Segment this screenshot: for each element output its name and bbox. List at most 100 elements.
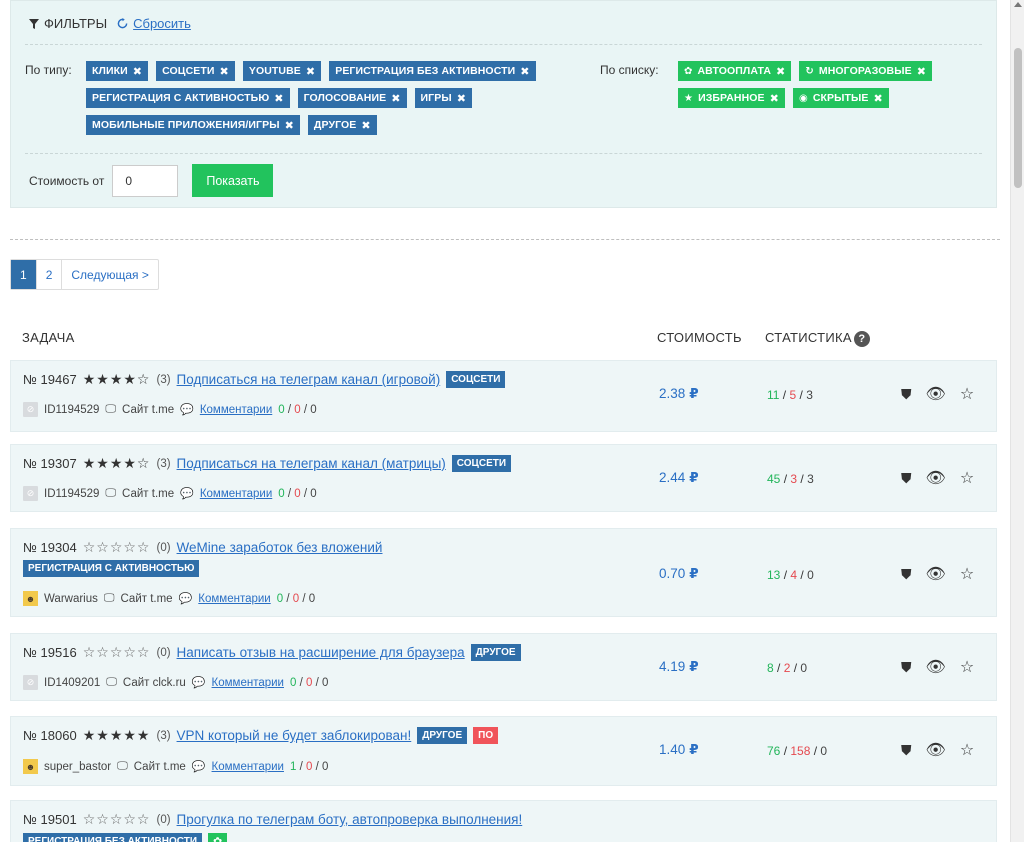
task-title-link[interactable]: Подписаться на телеграм канал (игровой): [177, 372, 441, 387]
task-actions: ⛊ 👁 ☆: [901, 384, 974, 404]
list-tag-hidden[interactable]: ◉ СКРЫТЫЕ ✖: [792, 88, 889, 108]
task-meta-line: ☻ Warwarius 🖵 Сайт t.me 💬 Комментарии 0 …: [23, 591, 315, 606]
task-stats: 8 / 2 / 0: [767, 661, 808, 675]
cost-filter-row: Стоимость от Показать: [29, 164, 274, 197]
rating-stars: ☆☆☆☆☆: [82, 539, 151, 555]
section-divider: [10, 239, 1000, 240]
cost-from-input[interactable]: [112, 164, 179, 197]
next-page-link[interactable]: Следующая >: [62, 260, 157, 289]
scroll-up-arrow[interactable]: [1014, 2, 1022, 7]
help-icon[interactable]: ?: [853, 330, 870, 347]
rating-count: (3): [156, 729, 171, 742]
remove-icon: ✖: [391, 92, 401, 105]
favorite-star-icon[interactable]: ☆: [960, 468, 974, 488]
task-title-link[interactable]: Прогулка по телеграм боту, автопроверка …: [177, 812, 523, 827]
type-tag-voting[interactable]: ГОЛОСОВАНИЕ ✖: [297, 88, 407, 108]
task-site: Сайт t.me: [122, 487, 175, 500]
task-number: № 19307: [23, 456, 77, 471]
type-tag-social[interactable]: СОЦСЕТИ ✖: [156, 61, 235, 81]
remove-icon: ✖: [916, 65, 927, 78]
task-row: № 19307 ★★★★☆ (3) Подписаться на телегра…: [10, 444, 997, 512]
type-tag-clicks[interactable]: КЛИКИ ✖: [86, 61, 149, 81]
reset-filters-link[interactable]: Сбросить: [117, 16, 191, 31]
type-tag-reg-no-activity[interactable]: РЕГИСТРАЦИЯ БЕЗ АКТИВНОСТИ ✖: [329, 61, 536, 81]
favorite-star-icon[interactable]: ☆: [960, 740, 974, 760]
task-meta-line: ⊘ ID1409201 🖵 Сайт clck.ru 💬 Комментарии…: [23, 675, 328, 690]
column-cost: СТОИМОСТЬ: [657, 330, 742, 345]
filters-panel: ФИЛЬТРЫ Сбросить По типу: КЛИКИ ✖ СОЦСЕТИ…: [10, 0, 997, 208]
task-title-line: № 19307 ★★★★☆ (3) Подписаться на телегра…: [23, 455, 512, 472]
task-title-line: № 19467 ★★★★☆ (3) Подписаться на телегра…: [23, 371, 506, 388]
list-tags: ✿ АВТООПЛАТА ✖ ↻ МНОГОРАЗОВЫЕ ✖ ★ ИЗБРАННОЕ ✖ …: [678, 61, 968, 108]
type-tag-other[interactable]: ДРУГОЕ ✖: [307, 115, 377, 135]
type-tag-mobile[interactable]: МОБИЛЬНЫЕ ПРИЛОЖЕНИЯ/ИГРЫ ✖: [86, 115, 300, 135]
comments-counts: 0 / 0 / 0: [276, 592, 316, 605]
task-row: № 19304 ☆☆☆☆☆ (0) WeMine заработок без в…: [10, 528, 997, 617]
remove-icon: ✖: [361, 119, 371, 132]
filters-title: ФИЛЬТРЫ: [29, 16, 107, 31]
shield-icon[interactable]: ⛊: [901, 470, 912, 487]
filter-icon: [29, 18, 39, 29]
pagination: 1 2 Следующая >: [10, 259, 159, 290]
shield-icon[interactable]: ⛊: [901, 386, 912, 403]
task-row: № 18060 ★★★★★ (3) VPN который не будет з…: [10, 716, 997, 786]
rating-stars: ☆☆☆☆☆: [82, 811, 151, 827]
task-price: 2.38 ₽: [659, 386, 699, 401]
type-tag-reg-with-activity[interactable]: РЕГИСТРАЦИЯ С АКТИВНОСТЬЮ ✖: [86, 88, 290, 108]
page-scrollbar[interactable]: [1010, 0, 1024, 842]
task-title-line: № 18060 ★★★★★ (3) VPN который не будет з…: [23, 727, 499, 744]
task-title-line: № 19516 ☆☆☆☆☆ (0) Написать отзыв на расш…: [23, 644, 521, 661]
list-tag-reusable[interactable]: ↻ МНОГОРАЗОВЫЕ ✖: [799, 61, 933, 81]
comments-link[interactable]: Комментарии: [212, 761, 284, 773]
task-meta-line: ⊘ ID1194529 🖵 Сайт t.me 💬 Комментарии 0 …: [23, 486, 317, 501]
monitor-icon: 🖵: [117, 760, 128, 772]
comments-link[interactable]: Комментарии: [200, 488, 272, 500]
type-tag-youtube[interactable]: YOUTUBE ✖: [242, 61, 322, 81]
eye-icon[interactable]: 👁: [926, 384, 946, 404]
rating-count: (3): [156, 457, 171, 470]
eye-icon[interactable]: 👁: [926, 657, 946, 677]
eye-icon[interactable]: 👁: [926, 564, 946, 584]
favorite-star-icon[interactable]: ☆: [960, 657, 974, 677]
refresh-icon: ↻: [805, 65, 814, 77]
rating-count: (0): [156, 541, 171, 554]
task-author: ID1194529: [44, 487, 100, 500]
task-row: № 19501 ☆☆☆☆☆ (0) Прогулка по телеграм б…: [10, 800, 997, 842]
remove-icon: ✖: [769, 92, 779, 105]
task-meta-line: ⊘ ID1194529 🖵 Сайт t.me 💬 Комментарии 0 …: [23, 402, 317, 417]
user-avatar: ☻: [23, 591, 38, 606]
shield-icon[interactable]: ⛊: [901, 742, 912, 759]
task-title-link[interactable]: WeMine заработок без вложений: [177, 540, 383, 555]
task-site: Сайт t.me: [122, 403, 175, 416]
favorite-star-icon[interactable]: ☆: [960, 384, 974, 404]
rating-stars: ★★★★☆: [82, 371, 151, 387]
remove-icon: ✖: [305, 65, 316, 78]
comments-counts: 0 / 0 / 0: [278, 403, 317, 416]
shield-icon[interactable]: ⛊: [901, 566, 912, 583]
task-stats: 13 / 4 / 0: [767, 568, 814, 582]
list-tag-autopay[interactable]: ✿ АВТООПЛАТА ✖: [678, 61, 792, 81]
rating-count: (0): [156, 646, 171, 659]
blocked-avatar-icon: ⊘: [23, 486, 38, 501]
comments-link[interactable]: Комментарии: [198, 593, 270, 605]
remove-icon: ✖: [520, 65, 530, 78]
eye-icon[interactable]: 👁: [926, 740, 946, 760]
comments-link[interactable]: Комментарии: [212, 677, 284, 689]
comment-icon: 💬: [180, 488, 194, 500]
favorite-star-icon[interactable]: ☆: [960, 564, 974, 584]
task-title-link[interactable]: Написать отзыв на расширение для браузер…: [177, 645, 465, 660]
page-1[interactable]: 1: [11, 260, 37, 289]
scrollbar-thumb[interactable]: [1014, 48, 1022, 188]
shield-icon[interactable]: ⛊: [901, 659, 912, 676]
type-tag-games[interactable]: ИГРЫ ✖: [414, 88, 473, 108]
task-actions: ⛊ 👁 ☆: [901, 657, 974, 677]
comments-link[interactable]: Комментарии: [200, 404, 272, 416]
task-row: № 19467 ★★★★☆ (3) Подписаться на телегра…: [10, 360, 997, 432]
eye-icon[interactable]: 👁: [926, 468, 946, 488]
show-button[interactable]: Показать: [192, 164, 274, 197]
list-tag-favorites[interactable]: ★ ИЗБРАННОЕ ✖: [678, 88, 785, 108]
page-2[interactable]: 2: [37, 260, 63, 289]
column-task: ЗАДАЧА: [22, 330, 75, 345]
task-title-link[interactable]: Подписаться на телеграм канал (матрицы): [177, 456, 446, 471]
task-title-link[interactable]: VPN который не будет заблокирован!: [177, 728, 412, 743]
